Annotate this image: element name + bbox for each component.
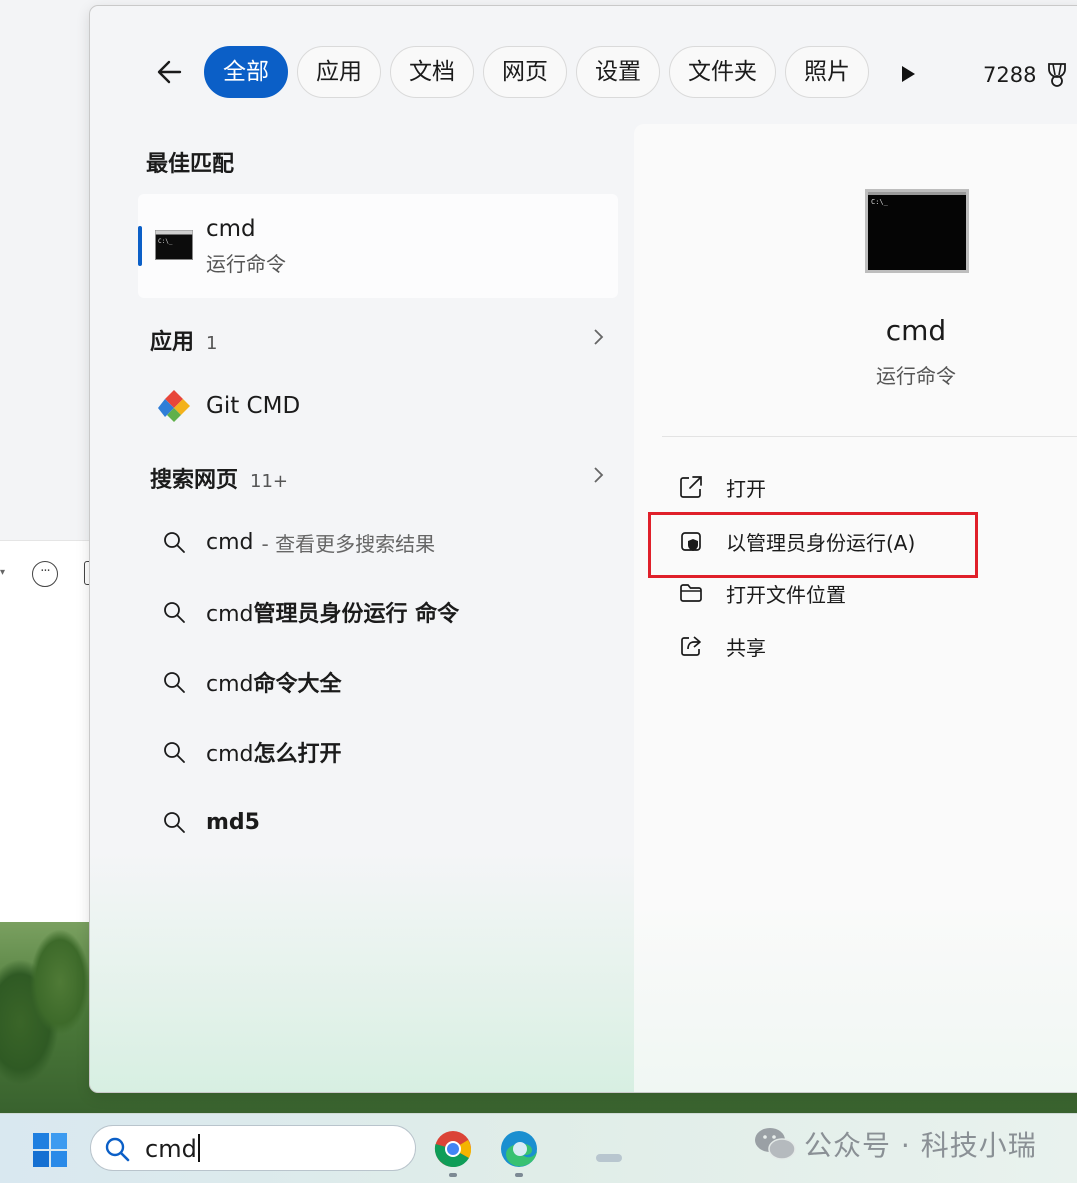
chevron-right-icon xyxy=(594,467,604,483)
action-open-label: 打开 xyxy=(726,476,766,501)
windows-start-icon[interactable] xyxy=(33,1133,67,1167)
detail-pane: C:\_ cmd 运行命令 打开 以管理员身份运行(A) 打开文件位置 共享 xyxy=(634,124,1077,1092)
web-expand-button[interactable] xyxy=(590,464,606,486)
taskbar-hidden-item xyxy=(596,1154,622,1162)
rewards-points[interactable]: 7288 xyxy=(983,61,1070,89)
apps-heading: 应用 1 xyxy=(150,324,217,356)
filter-chip-documents[interactable]: 文档 xyxy=(390,46,474,98)
chrome-icon xyxy=(434,1131,472,1168)
best-match-title: cmd xyxy=(206,216,256,242)
filter-chip-photos[interactable]: 照片 xyxy=(785,46,869,98)
watermark-text: 公众号 · 科技小瑞 xyxy=(804,1129,1037,1162)
git-cmd-icon xyxy=(158,390,190,422)
web-result-item[interactable]: md5 xyxy=(162,802,622,842)
svg-text:C:\_: C:\_ xyxy=(871,198,889,206)
action-share[interactable]: 共享 xyxy=(678,629,766,663)
trophy-icon xyxy=(1048,63,1067,87)
watermark: 公众号 · 科技小瑞 xyxy=(752,1124,1037,1164)
detail-title: cmd xyxy=(885,314,947,347)
web-result-text: cmd命令大全 xyxy=(206,672,342,697)
command-prompt-large-icon: C:\_ xyxy=(865,189,969,273)
best-match-cmd[interactable]: C:\_ cmd 运行命令 xyxy=(138,194,618,298)
action-run-as-admin[interactable]: 以管理员身份运行(A) xyxy=(678,524,915,558)
web-heading-label: 搜索网页 xyxy=(150,468,239,493)
folder-icon xyxy=(680,584,702,602)
search-icon xyxy=(164,812,185,833)
dropdown-arrow-icon: ▾ xyxy=(0,567,6,578)
action-open[interactable]: 打开 xyxy=(678,470,766,504)
search-icon xyxy=(164,602,185,623)
running-indicator xyxy=(449,1173,457,1177)
open-external-icon xyxy=(680,476,702,498)
running-indicator xyxy=(515,1173,523,1177)
action-share-label: 共享 xyxy=(726,635,766,660)
filter-chip-web[interactable]: 网页 xyxy=(483,46,567,98)
taskbar-app-edge[interactable] xyxy=(500,1130,538,1177)
taskbar-search-text: cmd xyxy=(145,1134,200,1163)
web-result-item[interactable]: cmd命令大全 xyxy=(162,662,622,702)
filter-chip-folders[interactable]: 文件夹 xyxy=(669,46,776,98)
svg-text:C:\_: C:\_ xyxy=(158,238,173,245)
filter-chip-all[interactable]: 全部 xyxy=(204,46,288,98)
filter-chips: 全部 应用 文档 网页 设置 文件夹 照片 xyxy=(204,46,869,98)
detail-subtitle: 运行命令 xyxy=(876,364,956,388)
back-button[interactable] xyxy=(150,52,190,92)
web-count: 11+ xyxy=(250,471,289,492)
web-result-item[interactable]: cmd怎么打开 xyxy=(162,732,622,772)
shield-admin-icon xyxy=(681,532,701,551)
web-result-text: cmd管理员身份运行 命令 xyxy=(206,602,460,627)
command-prompt-icon: C:\_ xyxy=(155,230,193,260)
git-cmd-label: Git CMD xyxy=(206,393,301,419)
best-match-subtitle: 运行命令 xyxy=(206,252,286,276)
action-open-file-location[interactable]: 打开文件位置 xyxy=(678,576,846,610)
text-caret xyxy=(197,1134,200,1162)
arrow-left-icon xyxy=(157,60,182,84)
wechat-icon xyxy=(755,1128,796,1160)
chevron-right-icon xyxy=(594,329,604,345)
taskbar-search-input[interactable]: cmd xyxy=(90,1125,416,1171)
taskbar: cmd 公众号 · 科技小瑞 xyxy=(0,1113,1077,1183)
filter-chip-apps[interactable]: 应用 xyxy=(297,46,381,98)
apps-count: 1 xyxy=(206,333,218,354)
share-icon xyxy=(681,636,701,656)
search-icon xyxy=(105,1137,130,1162)
search-icon xyxy=(164,532,185,553)
search-icon xyxy=(164,672,185,693)
web-result-text: md5 xyxy=(206,809,260,835)
web-result-item[interactable]: cmd管理员身份运行 命令 xyxy=(162,592,622,632)
background-document: ▾ ··· xyxy=(0,540,94,922)
play-icon xyxy=(902,66,915,82)
web-result-text: cmd xyxy=(206,529,254,555)
search-icon xyxy=(164,742,185,763)
web-heading: 搜索网页 11+ xyxy=(150,462,288,494)
more-filters-button[interactable] xyxy=(898,64,918,84)
search-flyout: 全部 应用 文档 网页 设置 文件夹 照片 7288 最佳匹配 C:\_ cmd… xyxy=(89,5,1077,1093)
edge-icon xyxy=(501,1131,537,1167)
filter-chip-settings[interactable]: 设置 xyxy=(576,46,660,98)
result-git-cmd[interactable]: Git CMD xyxy=(156,388,300,424)
apps-expand-button[interactable] xyxy=(590,326,606,348)
background-window xyxy=(0,0,90,540)
divider xyxy=(662,436,1077,437)
action-run-as-admin-label: 以管理员身份运行(A) xyxy=(726,530,916,555)
web-result-item[interactable]: cmd - 查看更多搜索结果 xyxy=(162,522,622,562)
taskbar-app-chrome[interactable] xyxy=(434,1130,472,1177)
apps-heading-label: 应用 xyxy=(150,330,195,355)
selection-indicator xyxy=(138,226,142,266)
points-value: 7288 xyxy=(983,63,1037,87)
action-open-file-location-label: 打开文件位置 xyxy=(726,582,846,607)
best-match-heading: 最佳匹配 xyxy=(146,152,235,177)
web-result-hint: - 查看更多搜索结果 xyxy=(261,531,436,556)
more-options-icon: ··· xyxy=(32,561,58,587)
web-result-text: cmd怎么打开 xyxy=(206,742,342,767)
